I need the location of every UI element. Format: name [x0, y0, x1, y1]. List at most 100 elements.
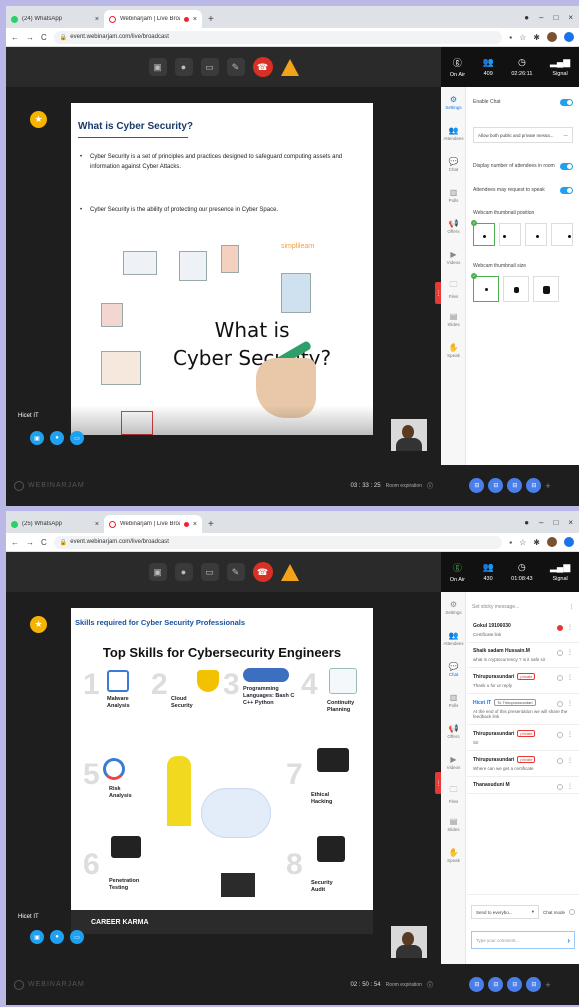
display-attendees-toggle[interactable]	[560, 162, 573, 170]
sidebar-item-chat[interactable]: 💬 Chat	[441, 149, 466, 180]
menu-icon[interactable]	[564, 32, 574, 42]
screen-toggle-icon[interactable]: ▭	[70, 930, 84, 944]
position-bottom-center[interactable]	[525, 223, 547, 246]
send-to-select[interactable]: Send to everybo... ▾	[471, 905, 539, 919]
webcam-thumbnail[interactable]	[391, 926, 427, 958]
layout-button[interactable]: ⊟	[488, 977, 504, 992]
screen-share-icon[interactable]: ▭	[200, 563, 219, 581]
size-small[interactable]: ✓	[471, 273, 499, 302]
webcam-icon[interactable]: ▣	[148, 563, 167, 581]
attendees-speak-toggle[interactable]	[560, 186, 573, 194]
reload-icon[interactable]: C	[41, 33, 47, 42]
warning-icon[interactable]	[280, 563, 299, 581]
chat-message[interactable]: Shaik sadam Hussain.M what is cryptocurre…	[467, 643, 579, 668]
sidebar-item-videos[interactable]: ▶ Videos	[441, 242, 466, 273]
screen-share-icon[interactable]: ▭	[200, 58, 219, 76]
add-icon[interactable]: +	[545, 980, 550, 990]
sidebar-item-slides[interactable]: ▤ Slides	[441, 304, 466, 335]
avatar[interactable]	[547, 537, 557, 547]
camera-icon[interactable]: ▪	[509, 33, 512, 42]
warning-icon[interactable]	[280, 58, 299, 76]
star-icon[interactable]: ★	[30, 616, 47, 633]
microphone-icon[interactable]: ●	[174, 563, 193, 581]
extension-icon[interactable]: ✱	[533, 33, 540, 42]
mic-toggle-icon[interactable]: ●	[50, 930, 64, 944]
tab-webinarjam[interactable]: Webinarjam | Live Broadcast×	[104, 515, 202, 533]
reply-status-icon[interactable]	[557, 783, 563, 790]
close-icon[interactable]: ×	[95, 521, 99, 528]
size-medium[interactable]	[503, 276, 529, 302]
webcam-icon[interactable]: ▣	[148, 58, 167, 76]
chat-message[interactable]: Gokul 19106030 Certificate link ⋮	[467, 618, 579, 643]
kebab-icon[interactable]: ⋮	[567, 700, 573, 707]
reply-status-icon[interactable]	[557, 624, 563, 631]
avatar[interactable]	[547, 32, 557, 42]
help-icon[interactable]: ⓘ	[427, 980, 433, 989]
layout-button[interactable]: ⊟	[469, 977, 485, 992]
layout-button[interactable]: ⊟	[507, 977, 523, 992]
sidebar-item-polls[interactable]: ▥ Polls	[441, 685, 466, 716]
layout-button[interactable]: ⊟	[469, 478, 485, 493]
sticky-message-input[interactable]: Set sticky message... ⋮	[472, 600, 574, 614]
tab-webinarjam[interactable]: Webinarjam | Live Broadcast×	[104, 10, 202, 28]
enable-chat-toggle[interactable]	[560, 98, 573, 106]
reply-status-icon[interactable]	[557, 649, 563, 656]
close-icon[interactable]: ×	[193, 16, 197, 23]
kebab-icon[interactable]: ⋮	[567, 731, 573, 738]
end-call-button[interactable]: ☎	[252, 57, 273, 77]
kebab-icon[interactable]: ⋮	[567, 649, 573, 656]
url-field[interactable]: 🔒 event.webinarjam.com/live/broadcast	[53, 535, 503, 549]
sidebar-item-speak[interactable]: ✋ Speak	[441, 335, 466, 366]
sidebar-item-settings[interactable]: ⚙ Settings	[441, 592, 466, 623]
sidebar-item-offers[interactable]: 📢 Offers	[441, 211, 466, 242]
kebab-icon[interactable]: ⋮	[569, 604, 574, 610]
position-bottom-left[interactable]: ✓	[471, 220, 495, 246]
reply-status-icon[interactable]	[557, 700, 563, 707]
add-icon[interactable]: +	[545, 481, 550, 491]
layout-button[interactable]: ⊟	[488, 478, 504, 493]
tab-whatsapp[interactable]: (24) WhatsApp ×	[6, 10, 104, 28]
position-bottom-right[interactable]	[551, 223, 573, 246]
kebab-icon[interactable]: ⋮	[567, 783, 573, 790]
sidebar-item-videos[interactable]: ▶ Videos	[441, 747, 466, 778]
chat-message[interactable]: Thirupurasundari private Where can we get …	[467, 751, 579, 777]
maximize-button[interactable]: □	[553, 518, 558, 527]
layout-button[interactable]: ⊟	[526, 478, 542, 493]
layout-button[interactable]: ⊟	[526, 977, 542, 992]
new-tab-button[interactable]: +	[202, 519, 220, 533]
close-icon[interactable]: ×	[95, 16, 99, 23]
close-window-button[interactable]: ×	[568, 518, 573, 527]
sidebar-item-attendees[interactable]: 👥 Attendees	[441, 118, 466, 149]
help-icon[interactable]: ⓘ	[427, 481, 433, 490]
chat-mode-select[interactable]: Allow both public and private messa... ··…	[473, 127, 573, 143]
comment-input[interactable]: Type your comment... ›	[471, 931, 575, 949]
webcam-thumbnail[interactable]	[391, 419, 427, 451]
webcam-toggle-icon[interactable]: ▣	[30, 930, 44, 944]
end-call-button[interactable]: ☎	[252, 562, 273, 582]
forward-icon[interactable]: →	[26, 33, 34, 42]
send-icon[interactable]: ›	[567, 936, 570, 945]
sidebar-item-polls[interactable]: ▥ Polls	[441, 180, 466, 211]
camera-icon[interactable]: ▪	[509, 538, 512, 547]
mic-toggle-icon[interactable]: ●	[50, 431, 64, 445]
reply-status-icon[interactable]	[557, 731, 563, 738]
close-window-button[interactable]: ×	[568, 13, 573, 22]
size-large[interactable]	[533, 276, 559, 302]
chat-message[interactable]: Thirupurasundari private Sir ⋮	[467, 725, 579, 751]
position-bottom-center-left[interactable]	[499, 223, 521, 246]
chat-message[interactable]: Hicet IT To Thirupurasundari At the end of…	[467, 694, 579, 725]
chat-message[interactable]: Thirupurasundari private Thank u for ur re…	[467, 668, 579, 694]
screen-toggle-icon[interactable]: ▭	[70, 431, 84, 445]
star-icon[interactable]: ☆	[519, 33, 526, 42]
sidebar-item-attendees[interactable]: 👥 Attendees	[441, 623, 466, 654]
reload-icon[interactable]: C	[41, 538, 47, 547]
reply-status-icon[interactable]	[557, 674, 563, 681]
back-icon[interactable]: ←	[11, 33, 19, 42]
microphone-icon[interactable]: ●	[174, 58, 193, 76]
minimize-button[interactable]: –	[539, 518, 543, 527]
sidebar-item-settings[interactable]: ⚙ Settings	[441, 87, 466, 118]
maximize-button[interactable]: □	[553, 13, 558, 22]
forward-icon[interactable]: →	[26, 538, 34, 547]
sidebar-item-files[interactable]: 🗀 Files	[441, 778, 466, 809]
kebab-icon[interactable]: ⋮	[567, 624, 573, 631]
